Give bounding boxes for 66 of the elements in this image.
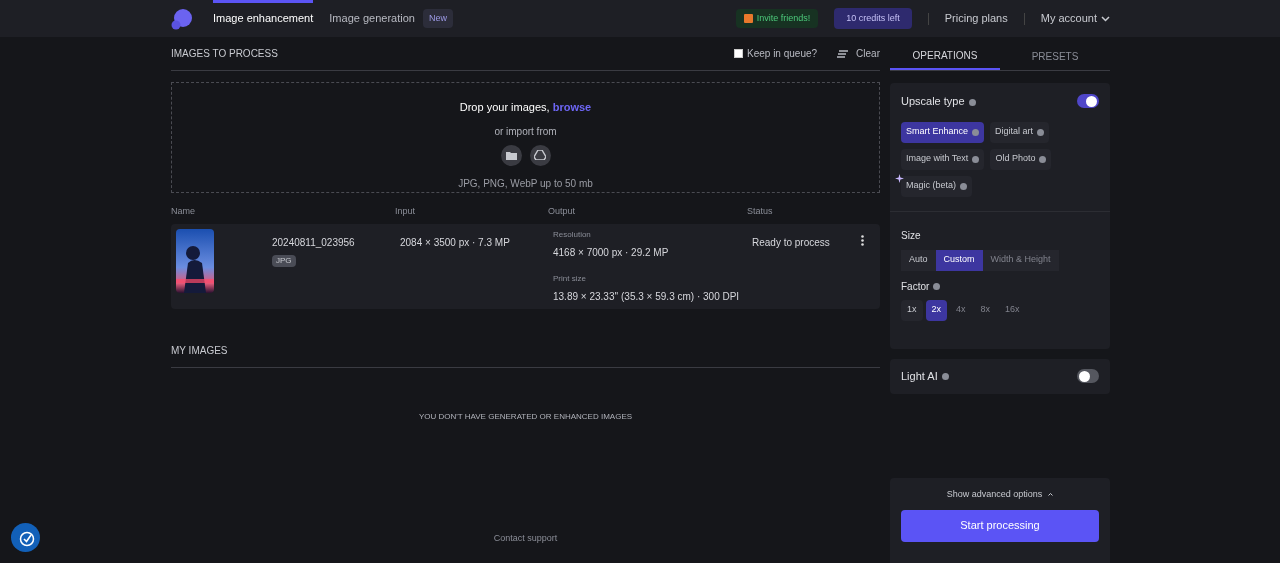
toggle-switch[interactable] — [1077, 369, 1099, 383]
info-icon — [972, 155, 980, 163]
resolution-value: 4168 × 7000 px · 29.2 MP — [553, 246, 670, 260]
section-title: MY IMAGES — [171, 344, 228, 358]
empty-message: YOU DON'T HAVE GENERATED OR ENHANCED IMAGES — [417, 411, 634, 423]
toggle-switch[interactable] — [1077, 94, 1099, 109]
logo-icon[interactable] — [171, 7, 193, 30]
column-header: Output — [548, 205, 577, 218]
credits-button[interactable]: 10 credits left — [834, 7, 912, 30]
image-row[interactable]: 20240811_023956 JPG 2084 × 3500 px · 7.3 MP Resolution 4168 × 7000 px · 29.2 MP Print size 13.89 × 23.33'' (35.3 × 59.3 cm) · 300 DPI Ready to process — [171, 224, 880, 309]
drop-zone[interactable]: Drop your images, browse or import from JPG, PNG, WebP up to 50 mb — [171, 82, 880, 193]
contact-support-link[interactable]: Contact support — [171, 531, 880, 545]
column-header: Name — [171, 205, 196, 218]
panel-tab[interactable]: OPERATIONS — [890, 43, 1000, 70]
panel-tab[interactable]: PRESETS — [1000, 43, 1110, 70]
browse-link[interactable]: browse — [552, 101, 592, 113]
size-title: Size — [901, 228, 922, 243]
size-mode-option[interactable]: Auto — [901, 249, 936, 271]
factor-option[interactable]: 2x — [925, 299, 948, 321]
drop-text: Drop your images, browse — [459, 100, 592, 115]
upscale-option[interactable]: Image with Text — [901, 148, 985, 170]
sparkle-icon — [895, 173, 904, 183]
status-text: Ready to process — [752, 236, 830, 250]
info-icon — [968, 98, 976, 106]
caret-icon — [1048, 493, 1054, 497]
start-processing-button[interactable]: Start processing — [901, 509, 1099, 542]
nav-tab[interactable]: Image enhancement — [213, 0, 314, 37]
upscale-option[interactable]: Digital art — [990, 121, 1050, 143]
section-title: IMAGES TO PROCESS — [171, 47, 279, 61]
lines-icon — [837, 49, 849, 58]
column-header: Input — [395, 205, 417, 218]
chevron-icon — [1101, 15, 1110, 22]
print-size-label: Print size — [553, 273, 587, 285]
column-header: Status — [747, 205, 774, 218]
upscale-option[interactable]: Old Photo — [990, 148, 1052, 170]
formats-text: JPG, PNG, WebP up to 50 mb — [458, 176, 593, 191]
info-icon — [1037, 128, 1045, 136]
upscale-option[interactable]: Smart Enhance — [901, 121, 985, 143]
keep-in-queue-checkbox[interactable]: Keep in queue? — [734, 46, 818, 61]
info-icon — [941, 373, 949, 381]
size-mode-option[interactable]: Custom — [935, 249, 983, 271]
advanced-options-toggle[interactable]: Show advanced options — [946, 488, 1054, 502]
info-icon — [960, 182, 968, 190]
nav-tab[interactable]: Image generation — [329, 0, 415, 37]
more-icon[interactable] — [861, 235, 864, 246]
light-ai-title: Light AI — [901, 367, 949, 385]
file-name: 20240811_023956 — [272, 236, 355, 250]
print-size-value: 13.89 × 23.33'' (35.3 × 59.3 cm) · 300 DPI — [553, 290, 741, 304]
input-size: 2084 × 3500 px · 7.3 MP — [400, 236, 511, 250]
accessibility-icon[interactable] — [11, 523, 40, 552]
pricing-link[interactable]: Pricing plans — [944, 10, 1008, 27]
info-icon — [1039, 155, 1047, 163]
upscale-title: Upscale type — [901, 93, 976, 110]
folder-icon[interactable] — [500, 144, 522, 166]
new-badge: New — [422, 8, 453, 29]
invite-button[interactable]: Invite friends! — [735, 8, 819, 29]
import-text: or import from — [494, 124, 557, 139]
factor-option[interactable]: 1x — [901, 299, 923, 321]
info-icon — [972, 128, 980, 136]
upscale-option[interactable]: Magic (beta) — [901, 175, 973, 197]
factor-title: Factor — [901, 278, 1099, 294]
resolution-label: Resolution — [553, 229, 592, 241]
info-icon — [933, 283, 941, 291]
account-menu[interactable]: My account — [1040, 10, 1110, 27]
clear-button[interactable]: Clear — [837, 46, 880, 61]
file-type: JPG — [272, 255, 296, 267]
